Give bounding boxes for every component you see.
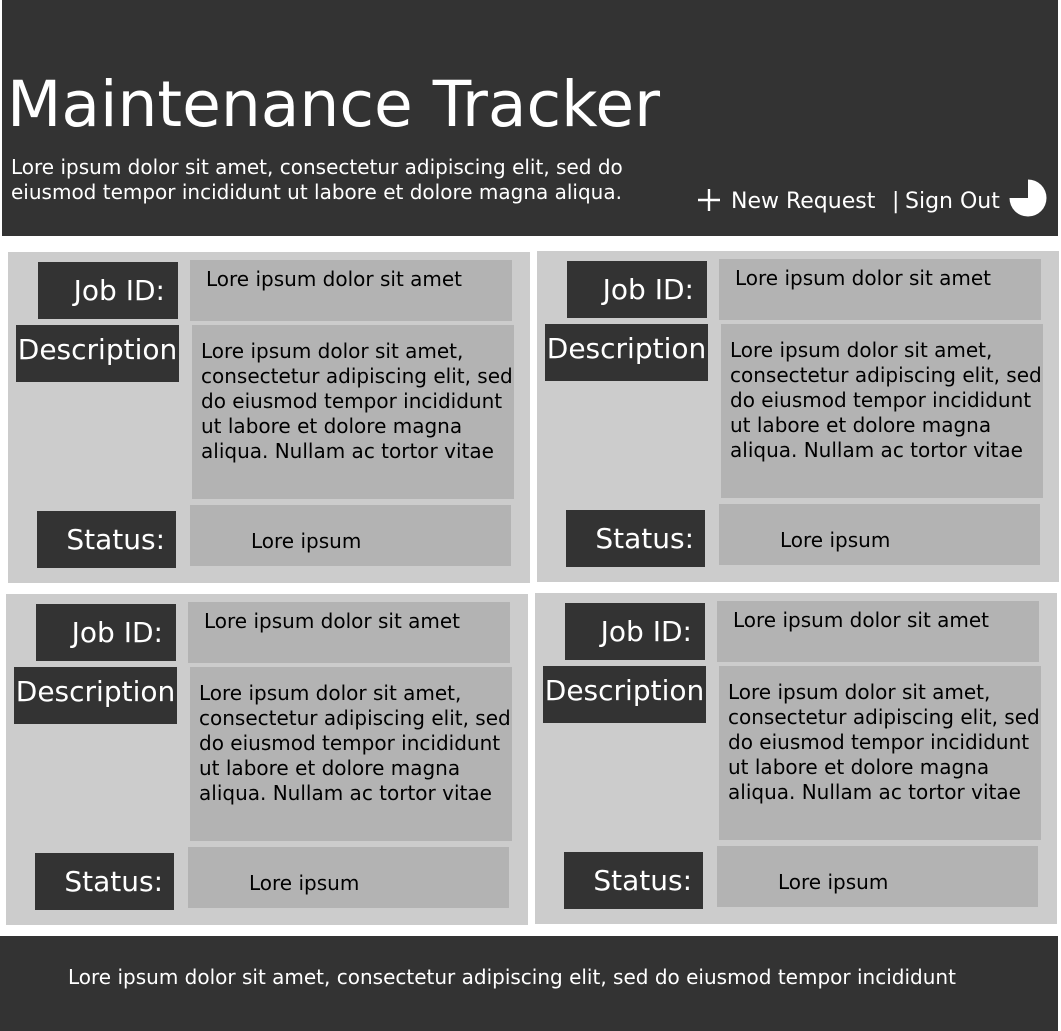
description-line: ut labore et dolore magna — [730, 413, 992, 437]
description-line: do eiusmod tempor incididunt — [201, 389, 503, 413]
job-id-label: Job ID: — [36, 604, 176, 661]
description-line: aliqua. Nullam ac tortor vitae — [728, 780, 1021, 804]
description-value: Lore ipsum dolor sit amet, consectetur a… — [721, 324, 1043, 498]
status-value: Lore ipsum — [717, 846, 1038, 907]
description-line: consectetur adipiscing elit, sed — [730, 363, 1042, 387]
status-label: Status: — [35, 853, 174, 910]
job-id-value: Lore ipsum dolor sit amet — [719, 259, 1041, 320]
status-label: Status: — [564, 852, 703, 909]
subtitle-line: eiusmod tempor incididunt ut labore et d… — [11, 180, 622, 204]
status-value: Lore ipsum — [188, 847, 509, 908]
job-card: Job ID: Lore ipsum dolor sit amet Descri… — [6, 594, 528, 925]
job-id-label: Job ID: — [38, 262, 178, 319]
description-label: Description — [14, 667, 177, 724]
header: Maintenance Tracker Lore ipsum dolor sit… — [2, 0, 1058, 236]
description-line: do eiusmod tempor incididunt — [730, 388, 1032, 412]
pie-chart-icon[interactable] — [1009, 179, 1047, 217]
description-line: aliqua. Nullam ac tortor vitae — [199, 781, 492, 805]
description-line: Lore ipsum dolor sit amet, — [201, 339, 464, 363]
description-label: Description — [543, 666, 706, 723]
status-value: Lore ipsum — [719, 504, 1040, 565]
job-id-value: Lore ipsum dolor sit amet — [190, 260, 512, 321]
status-label: Status: — [566, 510, 705, 567]
description-label: Description — [545, 324, 708, 381]
description-line: ut labore et dolore magna — [199, 756, 461, 780]
new-request-label[interactable]: New Request — [731, 191, 875, 213]
plus-icon[interactable] — [697, 188, 721, 212]
status-value: Lore ipsum — [190, 505, 511, 566]
pie-chart-icon-shape[interactable] — [1009, 179, 1047, 217]
status-label: Status: — [37, 511, 176, 568]
description-line: do eiusmod tempor incididunt — [728, 730, 1030, 754]
description-label: Description — [16, 325, 179, 382]
description-line: aliqua. Nullam ac tortor vitae — [201, 439, 494, 463]
plus-icon-stroke[interactable] — [698, 189, 720, 211]
description-value: Lore ipsum dolor sit amet, consectetur a… — [192, 325, 514, 499]
subtitle-line: Lore ipsum dolor sit amet, consectetur a… — [11, 155, 623, 179]
sign-out-link[interactable]: Sign Out — [905, 191, 1000, 213]
description-line: Lore ipsum dolor sit amet, — [730, 338, 993, 362]
nav-separator: | — [892, 189, 900, 214]
description-line: aliqua. Nullam ac tortor vitae — [730, 438, 1023, 462]
footer: Lore ipsum dolor sit amet, consectetur a… — [0, 936, 1058, 1031]
job-id-value: Lore ipsum dolor sit amet — [188, 602, 510, 663]
description-line: ut labore et dolore magna — [201, 414, 463, 438]
job-id-label: Job ID: — [565, 603, 705, 660]
job-card: Job ID: Lore ipsum dolor sit amet Descri… — [8, 252, 530, 583]
description-line: consectetur adipiscing elit, sed — [201, 364, 513, 388]
page-title: Maintenance Tracker — [7, 68, 661, 141]
description-line: Lore ipsum dolor sit amet, — [728, 680, 991, 704]
description-value: Lore ipsum dolor sit amet, consectetur a… — [190, 667, 512, 841]
description-line: consectetur adipiscing elit, sed — [728, 705, 1040, 729]
page-subtitle: Lore ipsum dolor sit amet, consectetur a… — [11, 155, 623, 205]
description-line: Lore ipsum dolor sit amet, — [199, 681, 462, 705]
job-card: Job ID: Lore ipsum dolor sit amet Descri… — [537, 251, 1059, 582]
description-value: Lore ipsum dolor sit amet, consectetur a… — [719, 666, 1041, 840]
description-line: do eiusmod tempor incididunt — [199, 731, 501, 755]
footer-text: Lore ipsum dolor sit amet, consectetur a… — [68, 965, 956, 989]
job-id-label: Job ID: — [567, 261, 707, 318]
job-id-value: Lore ipsum dolor sit amet — [717, 601, 1039, 662]
description-line: ut labore et dolore magna — [728, 755, 990, 779]
new-request-button[interactable]: New Request — [697, 186, 881, 216]
job-card: Job ID: Lore ipsum dolor sit amet Descri… — [535, 593, 1057, 924]
description-line: consectetur adipiscing elit, sed — [199, 706, 511, 730]
